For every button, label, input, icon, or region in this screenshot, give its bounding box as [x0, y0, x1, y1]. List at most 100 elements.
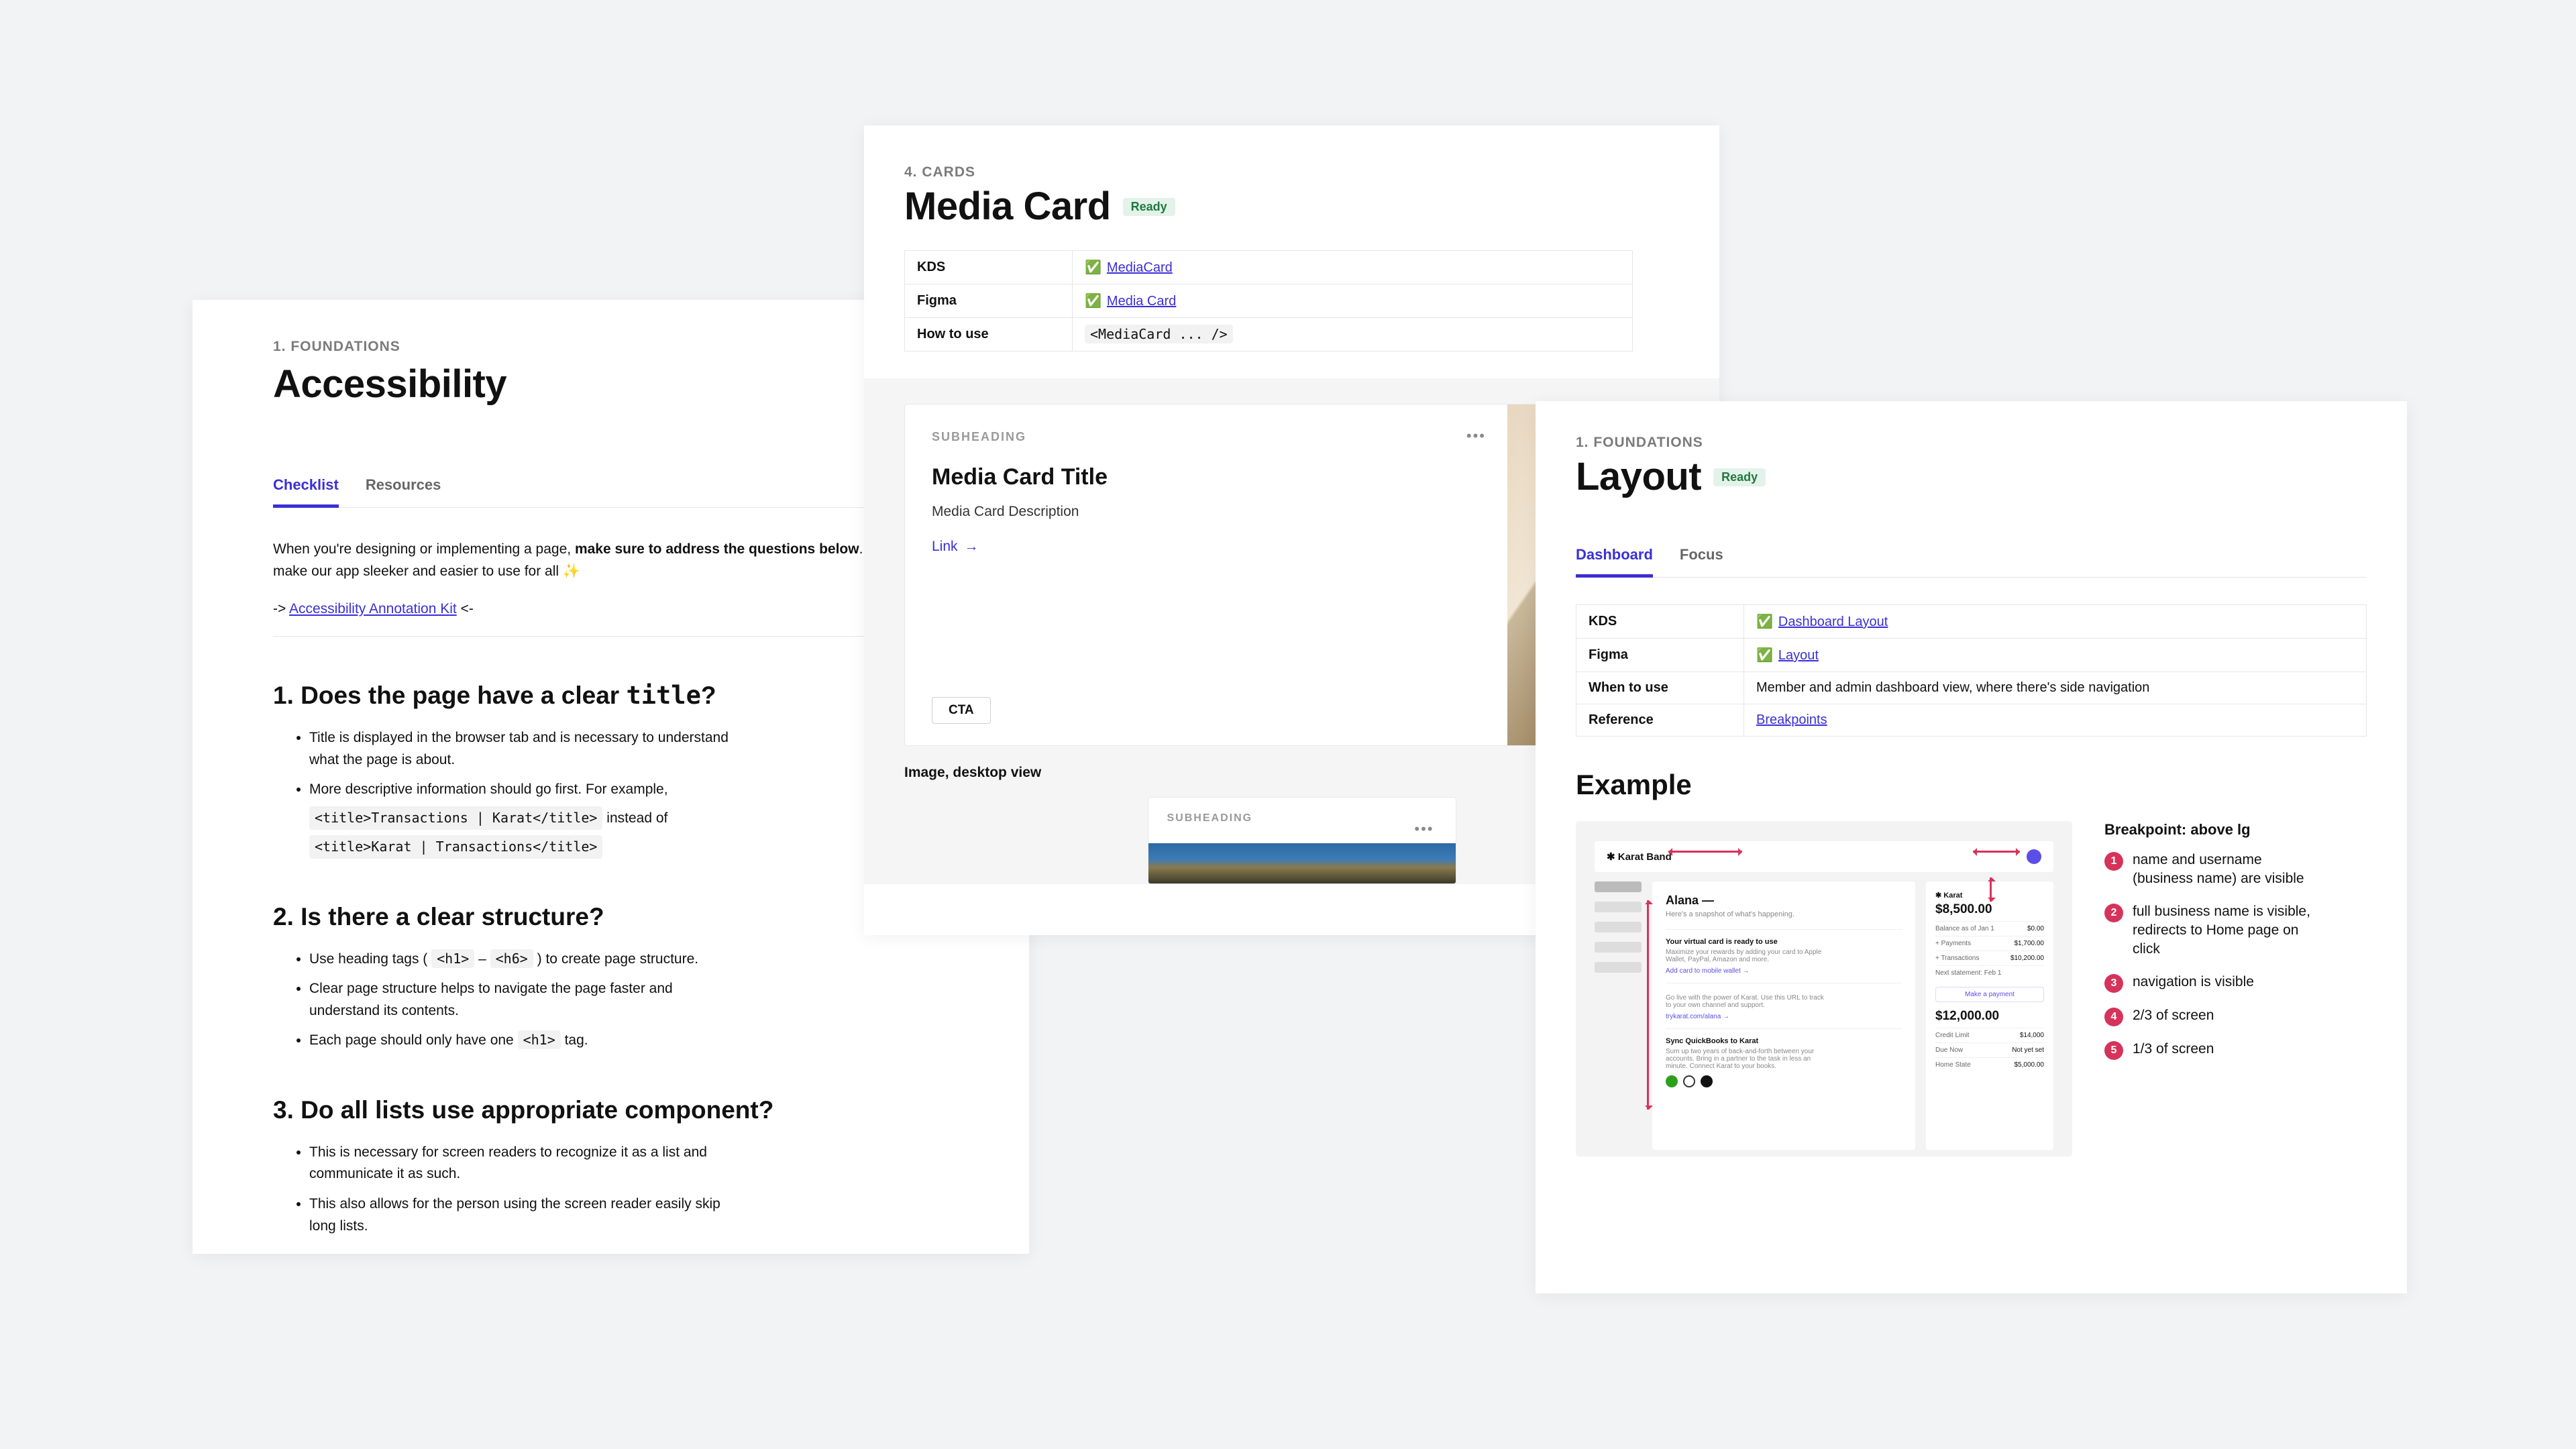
media-card-image [1148, 843, 1456, 883]
subheading-label: SUBHEADING [932, 430, 1481, 444]
topbar: ✱ Karat Band [1595, 841, 2053, 872]
cta-button[interactable]: CTA [932, 697, 991, 724]
q1-code: title [626, 681, 700, 710]
eyebrow: 4. CARDS [904, 164, 1679, 180]
meta-label: Figma [1576, 639, 1744, 672]
check-icon: ✅ [1085, 294, 1102, 309]
code-snippet: <title>Transactions | Karat</title> [309, 806, 602, 830]
check-icon: ✅ [1085, 260, 1102, 275]
figma-link[interactable]: Media Card [1107, 294, 1176, 309]
media-card-title: Media Card Title [932, 464, 1481, 490]
sidebar-nav [1595, 881, 1642, 1150]
step-number-icon: 4 [2104, 1008, 2123, 1026]
block-desc: Maximize your rewards by adding your car… [1666, 949, 1827, 963]
table-row: Reference Breakpoints [1576, 704, 2367, 737]
table-row: Figma ✅ Media Card [905, 284, 1633, 318]
row-label: Next statement: Feb 1 [1935, 969, 2001, 977]
meta-value: Member and admin dashboard view, where t… [1744, 672, 2367, 704]
step-number-icon: 1 [2104, 852, 2123, 871]
measure-arrow-icon [1647, 900, 1649, 1110]
meta-label: KDS [905, 251, 1073, 284]
more-icon[interactable]: ••• [1466, 427, 1486, 445]
measure-arrow-icon [1990, 877, 1992, 902]
integration-icons [1666, 1075, 1902, 1087]
q2-list: Use heading tags ( <h1> – <h6> ) to crea… [273, 949, 949, 1052]
title-row: Media Card Ready [904, 187, 1679, 226]
page-title: Accessibility [273, 362, 949, 407]
status-badge: Ready [1713, 468, 1766, 486]
table-row: Figma ✅Layout [1576, 639, 2367, 672]
meta-value: ✅ Media Card [1073, 284, 1633, 318]
q1-a: 1. Does the page have a clear [273, 682, 626, 709]
content-block: Go live with the power of Karat. Use thi… [1666, 983, 1902, 1028]
intro-a: When you're designing or implementing a … [273, 541, 575, 557]
media-card-left: SUBHEADING ••• [1148, 798, 1456, 843]
eyebrow: 1. FOUNDATIONS [1576, 435, 2367, 451]
main-column: Alana — Here's a snapshot of what's happ… [1652, 881, 1915, 1150]
eyebrow: 1. FOUNDATIONS [273, 339, 949, 355]
question-1: 1. Does the page have a clear title? [273, 681, 949, 710]
table-row: KDS ✅ MediaCard [905, 251, 1633, 284]
content-block: Sync QuickBooks to Karat Sum up two year… [1666, 1028, 1902, 1095]
meta-label: Figma [905, 284, 1073, 318]
amount: $12,000.00 [1935, 1009, 2044, 1024]
code-snippet: <h1> [518, 1030, 561, 1049]
tabs: Checklist Resources [273, 467, 949, 508]
block-title: Sync QuickBooks to Karat [1666, 1037, 1902, 1045]
media-card-preview-mobile: SUBHEADING ••• [1148, 797, 1456, 884]
row-label: Credit Limit [1935, 1032, 1970, 1039]
tab-focus[interactable]: Focus [1680, 537, 1723, 577]
tab-dashboard[interactable]: Dashboard [1576, 537, 1653, 578]
reference-link[interactable]: Breakpoints [1756, 712, 1827, 727]
table-row: Due NowNot yet set [1935, 1042, 2044, 1057]
media-card-link[interactable]: Link → [932, 539, 1481, 555]
shot-body: Alana — Here's a snapshot of what's happ… [1595, 881, 2053, 1150]
row-value: Not yet set [2012, 1046, 2044, 1054]
kds-link[interactable]: Dashboard Layout [1778, 614, 1888, 629]
tab-checklist[interactable]: Checklist [273, 467, 339, 508]
sync-icon [1683, 1075, 1695, 1087]
block-desc: Go live with the power of Karat. Use thi… [1666, 994, 1827, 1009]
kds-link[interactable]: MediaCard [1107, 260, 1173, 275]
q2-i2-a: Each page should only have one [309, 1032, 518, 1048]
q2-i0-mid: – [474, 951, 490, 967]
annotation-kit-row: -> Accessibility Annotation Kit <- [273, 601, 949, 637]
meta-table: KDS ✅Dashboard Layout Figma ✅Layout When… [1576, 604, 2367, 737]
user-name: Alana — [1666, 894, 1902, 908]
title-row: Layout Ready [1576, 458, 2367, 496]
nav-item [1595, 881, 1642, 892]
bp-text: 2/3 of screen [2133, 1006, 2214, 1026]
row-value: $0.00 [2027, 925, 2044, 932]
list-item: 2 full business name is visible, redirect… [2104, 902, 2326, 959]
q2-i0-a: Use heading tags ( [309, 951, 431, 967]
arrow-right-icon: → [965, 539, 979, 555]
bp-text: full business name is visible, redirects… [2133, 902, 2326, 959]
page-title: Media Card [904, 187, 1111, 226]
content-block: Your virtual card is ready to use Maximi… [1666, 929, 1902, 983]
tab-resources[interactable]: Resources [366, 467, 441, 507]
nav-item [1595, 922, 1642, 932]
more-icon[interactable]: ••• [1414, 820, 1434, 838]
table-row: Home State$5,000.00 [1935, 1057, 2044, 1072]
table-row: Balance as of Jan 1$0.00 [1935, 921, 2044, 936]
block-title: Your virtual card is ready to use [1666, 938, 1902, 946]
meta-table: KDS ✅ MediaCard Figma ✅ Media Card How to … [904, 250, 1633, 352]
meta-value: Breakpoints [1744, 704, 2367, 737]
intro-text: When you're designing or implementing a … [273, 539, 949, 582]
table-row: + Transactions$10,200.00 [1935, 951, 2044, 965]
step-number-icon: 2 [2104, 904, 2123, 922]
quickbooks-icon [1666, 1075, 1678, 1087]
example-row: ✱ Karat Band Alana — Her [1576, 821, 2367, 1157]
measure-arrow-icon [1668, 851, 1742, 863]
table-row: Credit Limit$14,000 [1935, 1028, 2044, 1042]
intro-b: make sure to address the questions below [575, 541, 859, 557]
figma-link[interactable]: Layout [1778, 648, 1819, 663]
list-item: Title is displayed in the browser tab an… [309, 727, 739, 771]
q1-i1-a: More descriptive information should go f… [309, 782, 668, 797]
block-desc: Sum up two years of back-and-forth betwe… [1666, 1048, 1827, 1070]
layout-panel: 1. FOUNDATIONS Layout Ready Dashboard Fo… [1536, 401, 2407, 1293]
side-column: ✱ Karat $8,500.00 Balance as of Jan 1$0.… [1926, 881, 2053, 1150]
meta-label: How to use [905, 318, 1073, 352]
row-value: $10,200.00 [2010, 955, 2044, 962]
annotation-kit-link[interactable]: Accessibility Annotation Kit [289, 601, 457, 616]
